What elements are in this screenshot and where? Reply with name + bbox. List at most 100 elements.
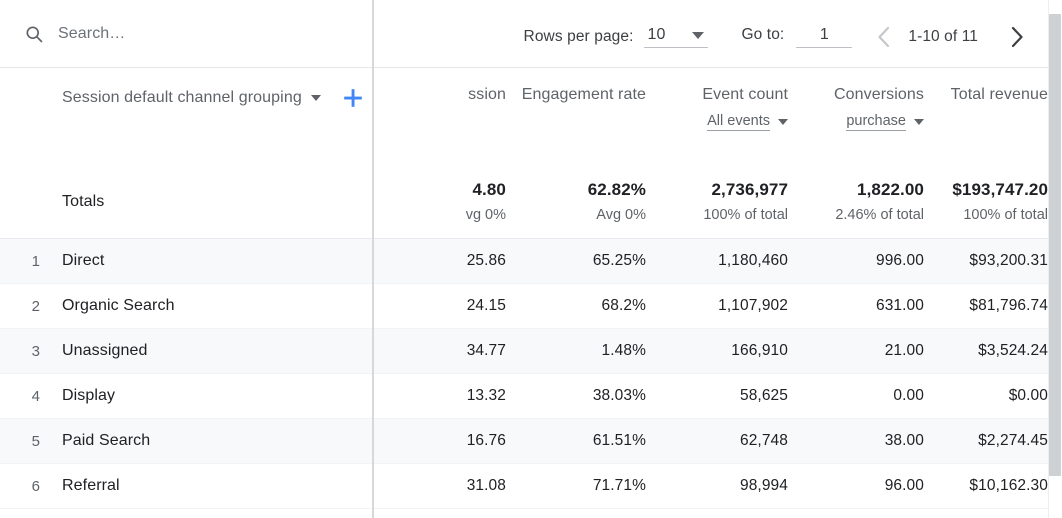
previous-page-button[interactable] xyxy=(866,20,900,54)
table-grid: Session default channel grouping ssion E… xyxy=(0,68,1048,509)
row-dimension-cell[interactable]: Direct xyxy=(40,239,372,283)
totals-metric-4: 1,822.00 2.46% of total xyxy=(788,165,924,238)
row-metric-4-value: 38.00 xyxy=(884,432,924,449)
row-metric-4-cell: 38.00 xyxy=(788,419,924,463)
chevron-down-icon xyxy=(310,95,321,101)
row-metric-4-value: 0.00 xyxy=(893,387,924,404)
row-dimension-cell[interactable]: Organic Search xyxy=(40,284,372,328)
row-metric-4-value: 96.00 xyxy=(884,477,924,494)
chevron-left-icon xyxy=(878,26,889,48)
conversions-filter-label: purchase xyxy=(846,113,906,131)
row-metric-2-value: 65.25% xyxy=(592,252,646,269)
row-metric-3-cell: 1,180,460 xyxy=(646,239,788,283)
row-metric-2-value: 71.71% xyxy=(592,477,646,494)
totals-value-2: 62.82% xyxy=(587,180,646,199)
row-dimension-value: Display xyxy=(62,387,116,404)
next-page-button[interactable] xyxy=(1000,20,1034,54)
totals-sub-1: vg 0% xyxy=(465,207,506,223)
row-rank: 6 xyxy=(31,477,40,495)
table-row[interactable]: 3 Unassigned 34.77 1.48% 166,910 21.00 $3,524.… xyxy=(0,329,1048,374)
row-metric-5-value: $0.00 xyxy=(1008,387,1048,404)
header-metric-1[interactable]: ssion xyxy=(372,68,506,165)
row-metric-4-value: 631.00 xyxy=(875,297,924,314)
table-header-row: Session default channel grouping ssion E… xyxy=(0,68,1048,165)
header-metric-4[interactable]: Conversions purchase xyxy=(788,68,924,165)
row-dimension-cell[interactable]: Display xyxy=(40,374,372,418)
row-metric-5-value: $10,162.30 xyxy=(969,477,1048,494)
vertical-scrollbar-thumb[interactable] xyxy=(1049,14,1061,476)
header-metric-2[interactable]: Engagement rate xyxy=(506,68,646,165)
row-metric-1-value: 34.77 xyxy=(466,342,506,359)
row-rank-cell: 3 xyxy=(0,329,40,373)
table-row[interactable]: 4 Display 13.32 38.03% 58,625 0.00 $0.00 xyxy=(0,374,1048,419)
row-metric-2-cell: 65.25% xyxy=(506,239,646,283)
vertical-scrollbar-track[interactable] xyxy=(1048,0,1062,518)
row-metric-1-cell: 16.76 xyxy=(372,419,506,463)
row-metric-3-cell: 58,625 xyxy=(646,374,788,418)
row-metric-3-value: 58,625 xyxy=(739,387,788,404)
row-dimension-cell[interactable]: Referral xyxy=(40,464,372,508)
dimension-selector[interactable]: Session default channel grouping xyxy=(62,89,321,107)
search-box[interactable] xyxy=(24,14,324,54)
row-metric-1-cell: 24.15 xyxy=(372,284,506,328)
row-metric-3-value: 1,107,902 xyxy=(718,297,788,314)
row-dimension-cell[interactable]: Unassigned xyxy=(40,329,372,373)
header-metric-2-label: Engagement rate xyxy=(521,86,646,103)
totals-label: Totals xyxy=(62,192,105,210)
row-metric-1-cell: 34.77 xyxy=(372,329,506,373)
row-dimension-value: Referral xyxy=(62,477,120,494)
header-metric-5[interactable]: Total revenue xyxy=(924,68,1048,165)
row-rank: 2 xyxy=(31,297,40,315)
goto-page-input[interactable] xyxy=(796,26,853,48)
row-metric-5-cell: $81,796.74 xyxy=(924,284,1048,328)
row-dimension-cell[interactable]: Paid Search xyxy=(40,419,372,463)
row-metric-2-value: 38.03% xyxy=(592,387,646,404)
chevron-down-icon xyxy=(778,119,788,125)
row-dimension-value: Direct xyxy=(62,252,105,269)
chevron-down-icon xyxy=(914,119,924,125)
row-metric-4-cell: 996.00 xyxy=(788,239,924,283)
header-metric-4-label: Conversions xyxy=(833,86,924,103)
totals-value-3: 2,736,977 xyxy=(711,180,788,199)
rows-per-page-value: 10 xyxy=(647,26,666,43)
row-metric-3-cell: 98,994 xyxy=(646,464,788,508)
totals-value-1: 4.80 xyxy=(472,180,506,199)
goto-page-group: Go to: xyxy=(742,26,853,48)
row-metric-4-cell: 21.00 xyxy=(788,329,924,373)
row-metric-2-cell: 38.03% xyxy=(506,374,646,418)
row-metric-1-cell: 25.86 xyxy=(372,239,506,283)
table-row[interactable]: 2 Organic Search 24.15 68.2% 1,107,902 631.00… xyxy=(0,284,1048,329)
row-metric-2-value: 61.51% xyxy=(592,432,646,449)
table-row[interactable]: 6 Referral 31.08 71.71% 98,994 96.00 $10,162.3… xyxy=(0,464,1048,509)
header-metric-1-label: ssion xyxy=(468,86,506,103)
row-metric-5-value: $93,200.31 xyxy=(969,252,1048,269)
data-table-panel: Rows per page: 10 Go to: 1-10 of 11 xyxy=(0,0,1062,518)
page-range-text: 1-10 of 11 xyxy=(908,28,978,45)
table-row[interactable]: 1 Direct 25.86 65.25% 1,180,460 996.00 $93,200… xyxy=(0,239,1048,284)
totals-sub-3: 100% of total xyxy=(703,207,788,223)
row-metric-2-cell: 61.51% xyxy=(506,419,646,463)
row-metric-5-cell: $93,200.31 xyxy=(924,239,1048,283)
row-metric-3-cell: 166,910 xyxy=(646,329,788,373)
header-rank-cell xyxy=(0,68,40,165)
row-metric-3-cell: 1,107,902 xyxy=(646,284,788,328)
chevron-right-icon xyxy=(1011,26,1023,48)
add-dimension-button[interactable] xyxy=(340,85,366,111)
header-metric-3[interactable]: Event count All events xyxy=(646,68,788,165)
table-row[interactable]: 5 Paid Search 16.76 61.51% 62,748 38.00 $2,274… xyxy=(0,419,1048,464)
row-dimension-value: Organic Search xyxy=(62,297,175,314)
row-metric-5-cell: $3,524.24 xyxy=(924,329,1048,373)
row-metric-4-cell: 631.00 xyxy=(788,284,924,328)
totals-metric-3: 2,736,977 100% of total xyxy=(646,165,788,238)
event-count-filter-dropdown[interactable]: All events xyxy=(707,113,788,131)
totals-row: Totals 4.80 vg 0% 62.82% Avg 0% 2,736,97… xyxy=(0,165,1048,239)
row-rank-cell: 1 xyxy=(0,239,40,283)
rows-per-page-select[interactable]: 10 xyxy=(643,26,708,48)
event-count-filter-label: All events xyxy=(707,113,770,131)
row-rank-cell: 2 xyxy=(0,284,40,328)
conversions-filter-dropdown[interactable]: purchase xyxy=(846,113,924,131)
header-dimension-cell: Session default channel grouping xyxy=(40,68,372,165)
row-dimension-value: Unassigned xyxy=(62,342,148,359)
row-metric-5-value: $81,796.74 xyxy=(969,297,1048,314)
search-input[interactable] xyxy=(58,24,298,43)
